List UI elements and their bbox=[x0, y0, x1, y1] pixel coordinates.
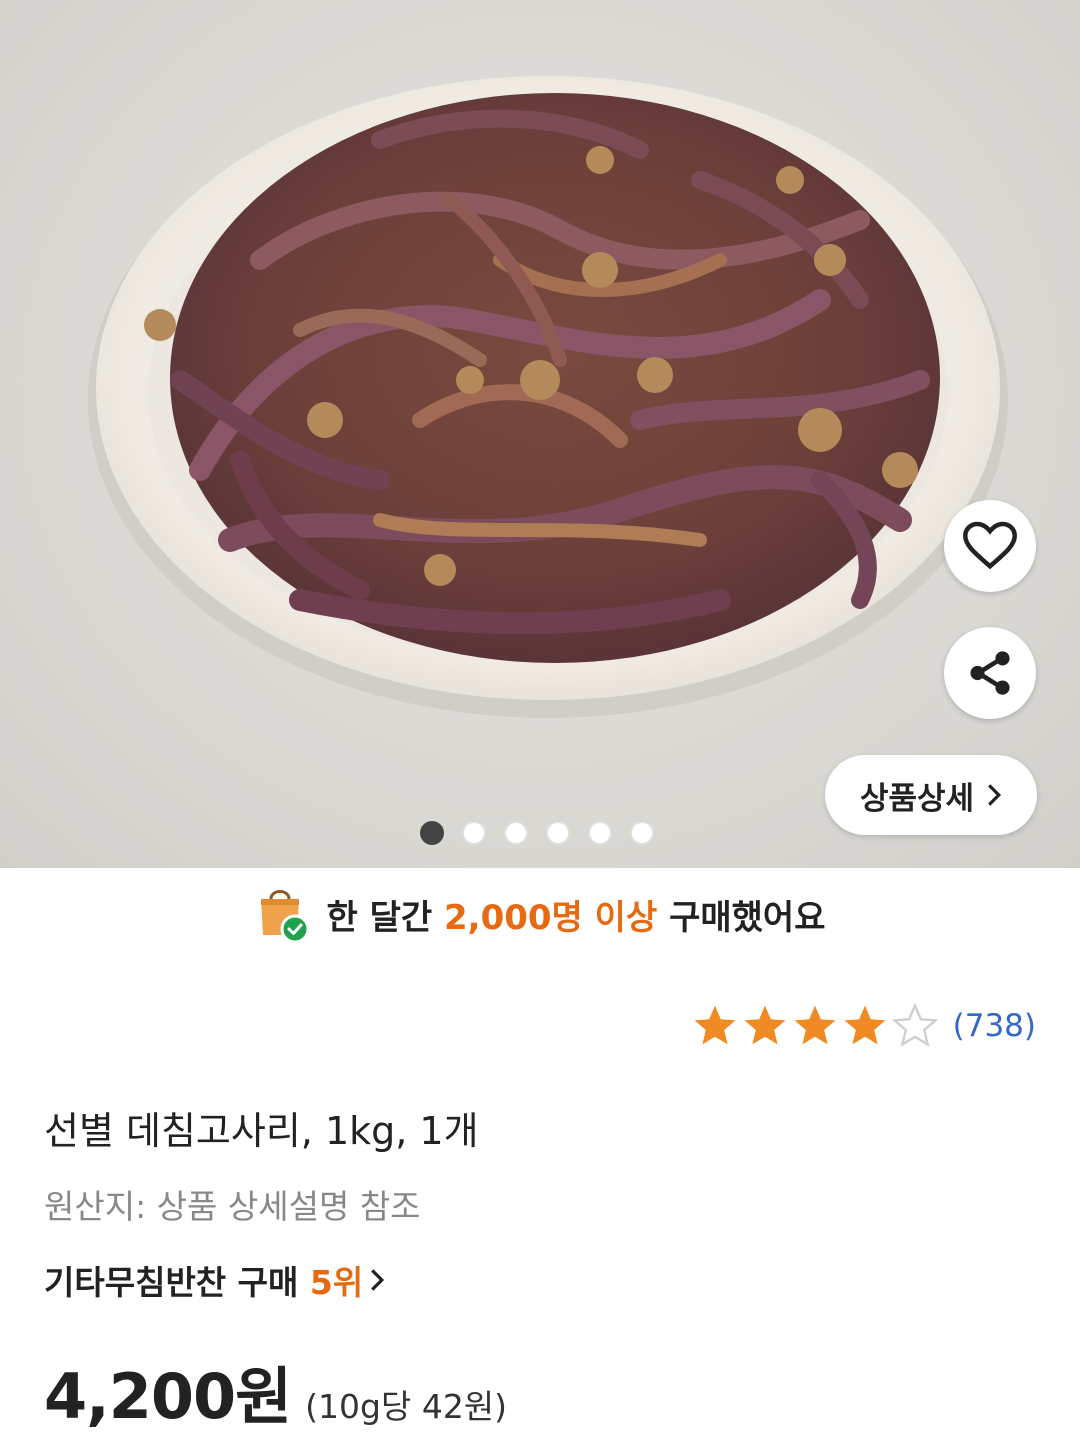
star-filled-icon bbox=[744, 1005, 786, 1045]
purchase-count-banner: 한 달간 2,000명 이상 구매했어요 bbox=[0, 868, 1080, 960]
banner-text: 한 달간 2,000명 이상 구매했어요 bbox=[327, 890, 826, 939]
carousel-dot[interactable] bbox=[588, 821, 612, 845]
chevron-right-icon bbox=[988, 784, 1002, 806]
like-button[interactable] bbox=[944, 500, 1036, 592]
share-icon bbox=[970, 651, 1010, 695]
rank-prefix: 기타무침반찬 구매 bbox=[44, 1263, 310, 1302]
category-rank-link[interactable]: 기타무침반찬 구매 5위 bbox=[44, 1256, 385, 1304]
product-detail-button[interactable]: 상품상세 bbox=[825, 755, 1037, 835]
unit-price: (10g당 42원) bbox=[305, 1387, 508, 1426]
product-price: 4,200원 bbox=[44, 1360, 292, 1433]
heart-icon bbox=[963, 521, 1017, 570]
share-button[interactable] bbox=[944, 627, 1036, 719]
banner-prefix: 한 달간 bbox=[326, 897, 445, 938]
star-filled-icon bbox=[694, 1005, 736, 1045]
banner-suffix: 구매했어요 bbox=[657, 897, 826, 938]
shopping-bag-check-icon bbox=[260, 890, 309, 944]
carousel-indicator bbox=[420, 821, 654, 845]
product-detail-label: 상품상세 bbox=[859, 780, 975, 817]
product-photo bbox=[88, 76, 1008, 718]
rating-summary[interactable]: (738) bbox=[691, 1002, 1036, 1050]
star-filled-icon bbox=[844, 1005, 886, 1045]
carousel-dot[interactable] bbox=[504, 821, 528, 845]
product-origin: 원산지: 상품 상세설명 참조 bbox=[44, 1187, 421, 1226]
carousel-dot[interactable] bbox=[462, 821, 486, 845]
rank-value: 5위 bbox=[309, 1263, 364, 1302]
carousel-dot[interactable] bbox=[420, 821, 444, 845]
chevron-right-icon bbox=[371, 1269, 385, 1291]
price-row: 4,200원 (10g당 42원) bbox=[44, 1346, 507, 1436]
carousel-dot[interactable] bbox=[630, 821, 654, 845]
banner-highlight: 2,000명 이상 bbox=[444, 897, 658, 938]
product-title: 선별 데침고사리, 1kg, 1개 bbox=[44, 1109, 479, 1153]
product-image-carousel[interactable]: 상품상세 bbox=[0, 0, 1080, 868]
carousel-dot[interactable] bbox=[546, 821, 570, 845]
review-count-link[interactable]: (738) bbox=[953, 1008, 1036, 1044]
star-filled-icon bbox=[794, 1005, 836, 1045]
star-empty-icon bbox=[891, 1002, 939, 1047]
rank-label: 기타무침반찬 구매 5위 bbox=[44, 1256, 363, 1304]
